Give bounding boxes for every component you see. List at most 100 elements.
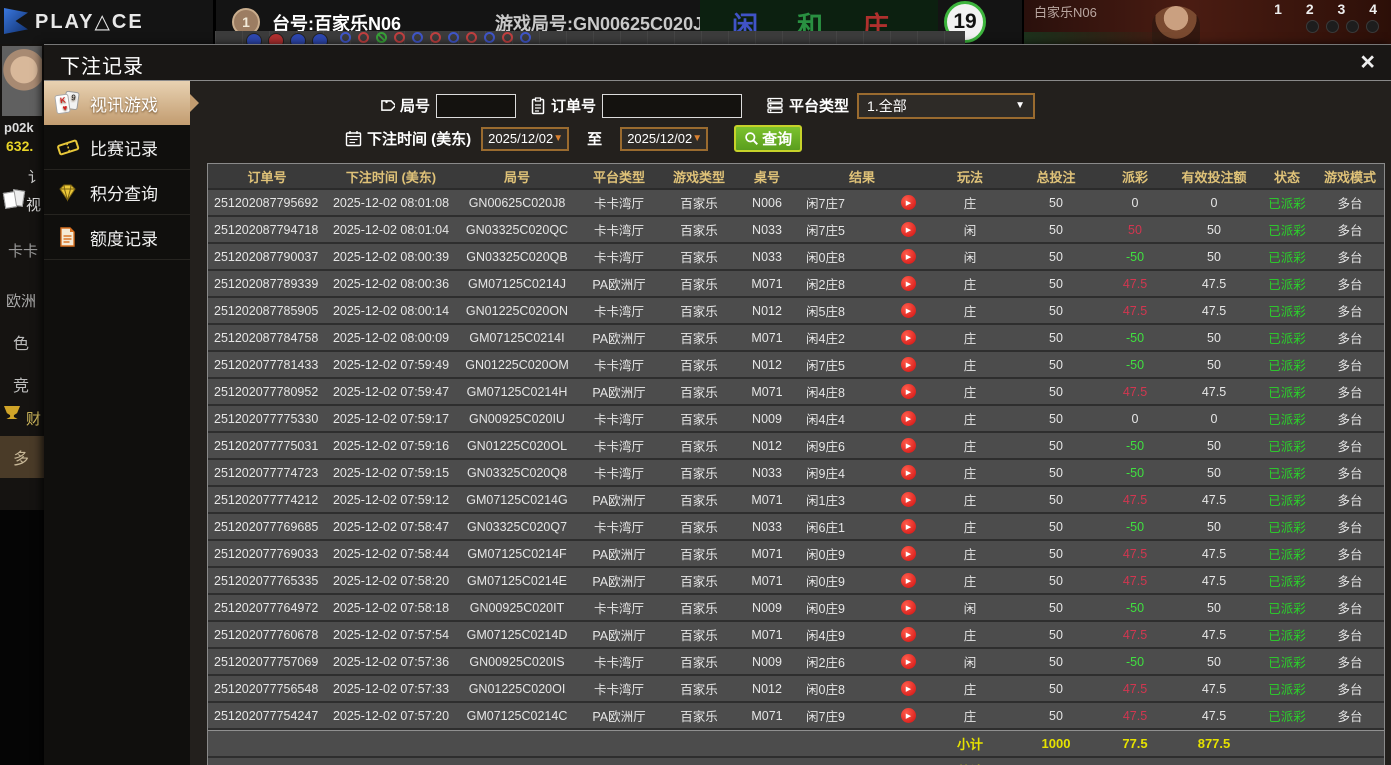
cell-game-type: 百家乐: [680, 629, 718, 643]
tab-video-games[interactable]: 9 K ♥ 视讯游戏: [44, 81, 199, 125]
date-to-picker[interactable]: 2025/12/02 ▼: [620, 126, 709, 151]
date-from-picker[interactable]: 2025/12/02 ▼: [481, 126, 570, 151]
cell-status: 已派彩: [1268, 683, 1306, 697]
cell-bet-time: 2025-12-02 07:57:54: [332, 627, 450, 642]
cell-payout: -50: [1125, 600, 1145, 615]
play-icon[interactable]: ▶: [900, 249, 916, 264]
cell-order-number: 251202077775031: [214, 438, 319, 453]
play-icon[interactable]: ▶: [900, 411, 916, 426]
cell-game-mode: 多台: [1337, 386, 1363, 400]
document-icon: [54, 227, 81, 247]
table-row: 251202087794718 2025-12-02 08:01:04 GN0332…: [208, 217, 1384, 244]
cell-bet-time: 2025-12-02 07:59:15: [332, 465, 450, 480]
cell-round-number: GN00625C020J8: [468, 195, 566, 210]
cell-status: 已派彩: [1268, 332, 1306, 346]
play-icon[interactable]: ▶: [900, 573, 916, 588]
order-number-input[interactable]: [602, 93, 743, 118]
cell-valid-bet: 47.5: [1201, 627, 1227, 642]
play-icon[interactable]: ▶: [900, 303, 916, 318]
cell-game-mode: 多台: [1337, 413, 1363, 427]
cell-valid-bet: 0: [1210, 195, 1218, 210]
cell-total-bet: 50: [1049, 357, 1063, 372]
cell-play-type: 庄: [963, 683, 977, 697]
cell-payout: -50: [1125, 249, 1145, 264]
cell-payout: -50: [1125, 519, 1145, 534]
brand-name: PLAY△CE: [35, 10, 144, 33]
play-icon[interactable]: ▶: [900, 654, 916, 669]
cell-round-number: GN01225C020ON: [465, 303, 569, 318]
cell-platform: 卡卡湾厅: [593, 359, 644, 373]
cell-bet-time: 2025-12-02 08:00:36: [332, 276, 450, 291]
cell-payout: -50: [1125, 438, 1145, 453]
play-icon[interactable]: ▶: [900, 519, 916, 534]
cell-order-number: 251202077754247: [214, 708, 319, 723]
cell-order-number: 251202087795692: [214, 195, 319, 210]
cell-play-type: 庄: [963, 413, 977, 427]
table-row: 251202077760678 2025-12-02 07:57:54 GM0712…: [208, 622, 1384, 649]
cell-status: 已派彩: [1268, 278, 1306, 292]
cell-play-type: 闲: [963, 656, 977, 670]
cell-result: 闲5庄8: [806, 305, 845, 319]
cell-bet-time: 2025-12-02 07:57:20: [332, 708, 450, 723]
empty-cell: [1258, 758, 1384, 765]
tab-match-records[interactable]: 比赛记录: [44, 125, 190, 170]
cell-game-type: 百家乐: [680, 278, 718, 292]
empty-cell: [208, 758, 928, 765]
cell-replay: ▶: [888, 622, 928, 647]
play-icon[interactable]: ▶: [900, 384, 916, 399]
platform-type-select[interactable]: 1.全部 ▼: [857, 92, 1036, 119]
cell-replay: ▶: [888, 541, 928, 566]
tab-points-inquiry[interactable]: 积分查询: [44, 170, 190, 215]
filter-row-2: 下注时间 (美东) 2025/12/02 ▼ 至 2025/12/02 ▼ 查询: [345, 125, 1391, 152]
bead-road-dot: [340, 32, 351, 43]
tab-credit-records[interactable]: 额度记录: [44, 215, 190, 260]
cell-replay: ▶: [888, 649, 928, 674]
play-icon[interactable]: ▶: [900, 681, 916, 696]
cell-status: 已派彩: [1268, 629, 1306, 643]
cell-valid-bet: 50: [1207, 330, 1221, 345]
play-icon[interactable]: ▶: [900, 708, 916, 723]
search-button[interactable]: 查询: [734, 125, 803, 152]
column-header: 下注时间 (美东): [345, 169, 437, 185]
cell-status: 已派彩: [1268, 440, 1306, 454]
play-icon[interactable]: ▶: [900, 492, 916, 507]
column-header: 桌号: [753, 169, 780, 185]
cell-valid-bet: 47.5: [1201, 708, 1227, 723]
play-icon[interactable]: ▶: [900, 465, 916, 480]
cell-order-number: 251202077769685: [214, 519, 319, 534]
play-icon[interactable]: ▶: [900, 195, 916, 210]
play-icon[interactable]: ▶: [900, 222, 916, 237]
cell-order-number: 251202077774723: [214, 465, 319, 480]
cell-table-number: M071: [751, 276, 783, 291]
summary-total-bet: 1000: [1041, 736, 1071, 751]
playing-cards-icon: [4, 190, 24, 208]
play-icon[interactable]: ▶: [900, 276, 916, 291]
order-number-label: 订单号: [530, 95, 596, 116]
play-icon[interactable]: ▶: [900, 627, 916, 642]
cell-payout: -50: [1125, 357, 1145, 372]
cell-round-number: GN03325C020Q8: [466, 465, 568, 480]
play-icon[interactable]: ▶: [900, 357, 916, 372]
cell-platform: PA欧洲厅: [592, 278, 646, 292]
cell-play-type: 闲: [963, 251, 977, 265]
cell-order-number: 251202077780952: [214, 384, 319, 399]
play-icon[interactable]: ▶: [900, 438, 916, 453]
cell-game-type: 百家乐: [680, 386, 718, 400]
bead-road-dot: [412, 32, 423, 43]
play-icon[interactable]: ▶: [900, 546, 916, 561]
summary-payout: 77.5: [1122, 736, 1148, 751]
cell-total-bet: 50: [1049, 249, 1063, 264]
table-row: 251202077754247 2025-12-02 07:57:20 GM0712…: [208, 703, 1384, 730]
screen: PLAY△CE 1 台号:百家乐N06 游戏局号:GN00625C020J9 闲…: [0, 0, 1391, 765]
cell-table-number: N033: [752, 249, 782, 264]
cell-total-bet: 50: [1049, 519, 1063, 534]
cell-payout: 47.5: [1122, 384, 1148, 399]
cell-platform: 卡卡湾厅: [593, 602, 644, 616]
cell-game-type: 百家乐: [680, 305, 718, 319]
cell-platform: 卡卡湾厅: [593, 197, 644, 211]
close-icon[interactable]: ×: [1360, 47, 1375, 77]
to-label: 至: [587, 131, 603, 148]
play-icon[interactable]: ▶: [900, 330, 916, 345]
round-number-input[interactable]: [436, 93, 517, 118]
play-icon[interactable]: ▶: [900, 600, 916, 615]
